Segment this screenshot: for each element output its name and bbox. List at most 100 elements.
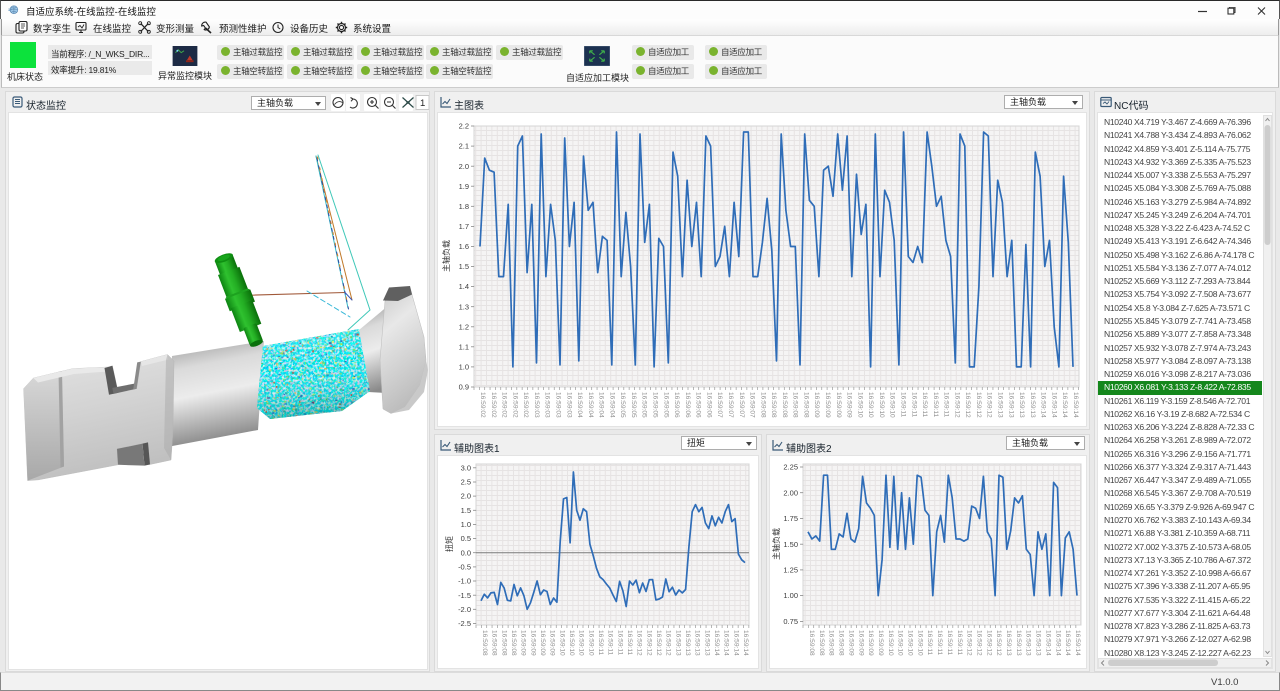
svg-text:2.25: 2.25 bbox=[783, 463, 798, 472]
svg-text:16:59:13: 16:59:13 bbox=[1005, 630, 1012, 656]
svg-text:16:59:14: 16:59:14 bbox=[742, 630, 749, 656]
svg-text:16:59:10: 16:59:10 bbox=[907, 630, 914, 656]
svg-text:16:59:13: 16:59:13 bbox=[997, 392, 1004, 418]
svg-text:16:59:14: 16:59:14 bbox=[1050, 392, 1057, 418]
svg-text:16:59:11: 16:59:11 bbox=[900, 392, 907, 418]
svg-text:16:59:14: 16:59:14 bbox=[732, 630, 739, 656]
svg-text:16:59:12: 16:59:12 bbox=[655, 630, 662, 656]
svg-text:0.75: 0.75 bbox=[783, 617, 798, 626]
svg-text:16:59:14: 16:59:14 bbox=[1064, 630, 1071, 656]
svg-text:16:59:11: 16:59:11 bbox=[616, 630, 623, 656]
svg-text:16:59:14: 16:59:14 bbox=[1061, 392, 1068, 418]
svg-text:16:59:06: 16:59:06 bbox=[684, 392, 691, 418]
svg-text:16:59:08: 16:59:08 bbox=[803, 392, 810, 418]
svg-text:16:59:08: 16:59:08 bbox=[828, 630, 835, 656]
svg-text:1.0: 1.0 bbox=[461, 520, 471, 529]
svg-text:1.25: 1.25 bbox=[783, 566, 798, 575]
svg-text:16:59:08: 16:59:08 bbox=[818, 630, 825, 656]
svg-text:1.8: 1.8 bbox=[459, 202, 469, 211]
svg-text:16:59:09: 16:59:09 bbox=[877, 630, 884, 656]
svg-text:16:59:14: 16:59:14 bbox=[1072, 392, 1079, 418]
svg-text:16:59:11: 16:59:11 bbox=[943, 392, 950, 418]
svg-text:16:59:09: 16:59:09 bbox=[549, 630, 556, 656]
svg-text:16:59:05: 16:59:05 bbox=[630, 392, 637, 418]
svg-text:16:59:03: 16:59:03 bbox=[565, 392, 572, 418]
svg-text:16:59:10: 16:59:10 bbox=[867, 392, 874, 418]
svg-text:16:59:09: 16:59:09 bbox=[835, 392, 842, 418]
svg-text:16:59:11: 16:59:11 bbox=[956, 630, 963, 656]
svg-text:16:59:05: 16:59:05 bbox=[641, 392, 648, 418]
svg-text:16:59:09: 16:59:09 bbox=[867, 630, 874, 656]
svg-text:16:59:08: 16:59:08 bbox=[759, 392, 766, 418]
svg-text:16:59:02: 16:59:02 bbox=[479, 392, 486, 418]
svg-text:2.0: 2.0 bbox=[461, 492, 471, 501]
svg-text:-2.0: -2.0 bbox=[458, 605, 471, 614]
svg-text:16:59:05: 16:59:05 bbox=[652, 392, 659, 418]
svg-text:16:59:06: 16:59:06 bbox=[705, 392, 712, 418]
svg-text:1.0: 1.0 bbox=[459, 363, 469, 372]
svg-text:16:59:11: 16:59:11 bbox=[626, 630, 633, 656]
svg-text:扭矩: 扭矩 bbox=[444, 536, 454, 552]
svg-text:16:59:13: 16:59:13 bbox=[674, 630, 681, 656]
svg-text:16:59:14: 16:59:14 bbox=[1044, 630, 1051, 656]
svg-text:16:59:02: 16:59:02 bbox=[522, 392, 529, 418]
svg-text:16:59:03: 16:59:03 bbox=[544, 392, 551, 418]
svg-text:16:59:13: 16:59:13 bbox=[1018, 392, 1025, 418]
svg-text:16:59:10: 16:59:10 bbox=[587, 630, 594, 656]
svg-text:1.50: 1.50 bbox=[783, 540, 798, 549]
svg-text:1.5: 1.5 bbox=[459, 262, 469, 271]
svg-text:16:59:08: 16:59:08 bbox=[781, 392, 788, 418]
svg-text:16:59:11: 16:59:11 bbox=[597, 630, 604, 656]
svg-text:16:59:10: 16:59:10 bbox=[568, 630, 575, 656]
svg-text:1.9: 1.9 bbox=[459, 182, 469, 191]
svg-text:16:59:07: 16:59:07 bbox=[738, 392, 745, 418]
svg-text:16:59:09: 16:59:09 bbox=[847, 630, 854, 656]
svg-text:16:59:12: 16:59:12 bbox=[665, 630, 672, 656]
svg-text:16:59:10: 16:59:10 bbox=[856, 392, 863, 418]
svg-text:16:59:12: 16:59:12 bbox=[964, 392, 971, 418]
svg-text:16:59:10: 16:59:10 bbox=[889, 392, 896, 418]
svg-text:16:59:02: 16:59:02 bbox=[501, 392, 508, 418]
svg-text:-2.5: -2.5 bbox=[458, 619, 471, 628]
svg-text:16:59:08: 16:59:08 bbox=[510, 630, 517, 656]
svg-text:16:59:04: 16:59:04 bbox=[576, 392, 583, 418]
svg-text:16:59:12: 16:59:12 bbox=[975, 392, 982, 418]
svg-text:16:59:12: 16:59:12 bbox=[995, 630, 1002, 656]
svg-text:16:59:13: 16:59:13 bbox=[684, 630, 691, 656]
svg-text:-1.5: -1.5 bbox=[458, 591, 471, 600]
svg-text:16:59:13: 16:59:13 bbox=[1015, 630, 1022, 656]
svg-text:16:59:04: 16:59:04 bbox=[608, 392, 615, 418]
svg-text:16:59:04: 16:59:04 bbox=[598, 392, 605, 418]
svg-text:16:59:08: 16:59:08 bbox=[491, 630, 498, 656]
svg-text:16:59:09: 16:59:09 bbox=[520, 630, 527, 656]
svg-text:2.5: 2.5 bbox=[461, 478, 471, 487]
svg-text:16:59:04: 16:59:04 bbox=[587, 392, 594, 418]
svg-text:16:59:09: 16:59:09 bbox=[529, 630, 536, 656]
svg-text:1: 1 bbox=[420, 98, 425, 109]
svg-text:16:59:14: 16:59:14 bbox=[1054, 630, 1061, 656]
svg-text:16:59:13: 16:59:13 bbox=[703, 630, 710, 656]
svg-text:16:59:10: 16:59:10 bbox=[897, 630, 904, 656]
svg-text:16:59:10: 16:59:10 bbox=[558, 630, 565, 656]
svg-text:16:59:02: 16:59:02 bbox=[511, 392, 518, 418]
svg-text:主轴负载: 主轴负载 bbox=[441, 240, 451, 272]
svg-text:16:59:10: 16:59:10 bbox=[578, 630, 585, 656]
svg-text:1.3: 1.3 bbox=[459, 302, 469, 311]
svg-text:16:59:12: 16:59:12 bbox=[966, 630, 973, 656]
svg-text:16:59:14: 16:59:14 bbox=[1074, 630, 1081, 656]
svg-text:16:59:07: 16:59:07 bbox=[749, 392, 756, 418]
svg-text:16:59:13: 16:59:13 bbox=[694, 630, 701, 656]
svg-text:16:59:12: 16:59:12 bbox=[986, 392, 993, 418]
svg-text:16:59:05: 16:59:05 bbox=[662, 392, 669, 418]
svg-text:16:59:11: 16:59:11 bbox=[607, 630, 614, 656]
svg-text:16:59:11: 16:59:11 bbox=[932, 392, 939, 418]
svg-text:16:59:10: 16:59:10 bbox=[887, 630, 894, 656]
svg-text:3.0: 3.0 bbox=[461, 463, 471, 472]
svg-text:16:59:08: 16:59:08 bbox=[500, 630, 507, 656]
svg-text:0.5: 0.5 bbox=[461, 534, 471, 543]
svg-text:主轴负载: 主轴负载 bbox=[771, 528, 781, 560]
svg-text:16:59:12: 16:59:12 bbox=[953, 392, 960, 418]
svg-text:1.1: 1.1 bbox=[459, 342, 469, 351]
svg-text:16:59:12: 16:59:12 bbox=[636, 630, 643, 656]
svg-text:16:59:14: 16:59:14 bbox=[713, 630, 720, 656]
